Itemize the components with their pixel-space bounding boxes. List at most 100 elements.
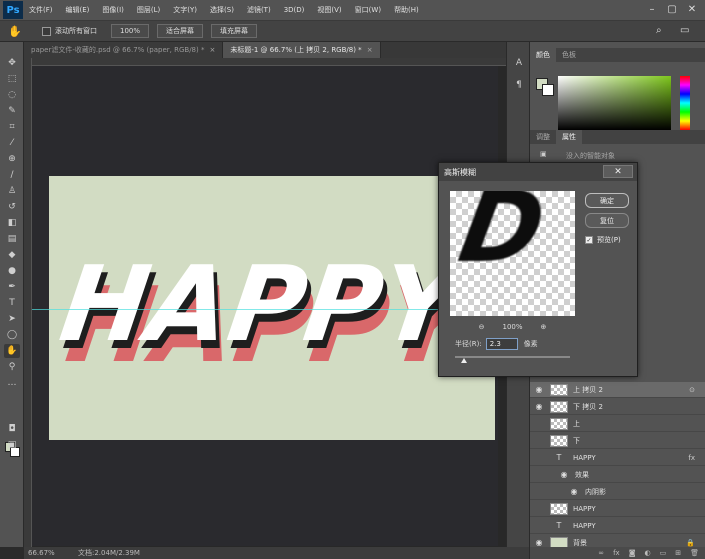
eye-icon[interactable]: ◉ xyxy=(533,521,545,530)
adjustment-icon[interactable]: ◐ xyxy=(645,549,651,557)
paragraph-panel-icon[interactable]: ¶ xyxy=(512,78,526,92)
group-icon[interactable]: ▭ xyxy=(660,549,667,557)
color-panel-background-swatch[interactable] xyxy=(542,84,554,96)
hand-tool-icon[interactable]: ✋ xyxy=(4,344,20,358)
stamp-tool-icon[interactable]: ♙ xyxy=(4,184,20,198)
minimize-icon[interactable]: – xyxy=(645,2,659,16)
ok-button[interactable]: 确定 xyxy=(585,193,629,208)
more-tools-icon[interactable]: … xyxy=(4,376,20,390)
gradient-tool-icon[interactable]: ▤ xyxy=(4,232,20,246)
layer-row[interactable]: ◉ 上 xyxy=(530,416,705,432)
pen-tool-icon[interactable]: ✒ xyxy=(4,280,20,294)
marquee-tool-icon[interactable]: ⬚ xyxy=(4,72,20,86)
eye-icon[interactable]: ◉ xyxy=(558,470,570,479)
healing-tool-icon[interactable]: ⊕ xyxy=(4,152,20,166)
brush-tool-icon[interactable]: ∕ xyxy=(4,168,20,182)
delete-layer-icon[interactable]: 🗑 xyxy=(690,549,699,557)
eye-icon[interactable]: ◉ xyxy=(533,385,545,394)
close-icon[interactable]: ✕ xyxy=(685,2,699,16)
add-style-icon[interactable]: fx xyxy=(613,549,620,557)
layer-effect-row[interactable]: ◉ 内阴影 xyxy=(530,484,705,500)
zoom-level[interactable]: 66.67% xyxy=(28,549,78,557)
hand-tool-icon[interactable]: ✋ xyxy=(8,23,24,39)
eye-icon[interactable]: ◉ xyxy=(533,453,545,462)
eye-icon[interactable]: ◉ xyxy=(533,538,545,547)
preview-zoom: 100% xyxy=(502,323,523,331)
workspace-icon[interactable]: ▭ xyxy=(680,25,689,36)
menu-select[interactable]: 选择(S) xyxy=(210,5,234,15)
tab-label: paper滤文件-收藏的.psd @ 66.7% (paper, RGB/8) … xyxy=(31,46,205,54)
zoom-100-button[interactable]: 100% xyxy=(111,24,150,38)
tab-adjustments[interactable]: 调整 xyxy=(530,130,556,144)
zoom-tool-icon[interactable]: ⚲ xyxy=(4,360,20,374)
link-layers-icon[interactable]: ∞ xyxy=(598,549,604,557)
history-brush-icon[interactable]: ↺ xyxy=(4,200,20,214)
radius-slider-track[interactable] xyxy=(455,356,570,358)
menu-filter[interactable]: 滤镜(T) xyxy=(247,5,271,15)
tab-document-1[interactable]: paper滤文件-收藏的.psd @ 66.7% (paper, RGB/8) … xyxy=(24,42,224,58)
artboard[interactable]: HAPPY HAPPY HAPPY xyxy=(49,176,495,440)
fit-screen-button[interactable]: 适合屏幕 xyxy=(157,24,204,38)
path-select-tool-icon[interactable]: ➤ xyxy=(4,312,20,326)
menu-3d[interactable]: 3D(D) xyxy=(284,6,305,14)
dialog-title-bar[interactable]: 高斯模糊 ✕ xyxy=(439,163,637,181)
eraser-tool-icon[interactable]: ◧ xyxy=(4,216,20,230)
tab-color[interactable]: 颜色 xyxy=(530,48,556,62)
layer-row[interactable]: ◉ T HAPPY fx xyxy=(530,450,705,466)
eye-icon[interactable]: ◉ xyxy=(533,436,545,445)
close-tab-icon[interactable]: × xyxy=(209,46,215,54)
preview-checkbox[interactable]: ✓ xyxy=(585,236,593,244)
fx-icon[interactable]: fx xyxy=(688,454,695,462)
eye-icon[interactable]: ◉ xyxy=(533,504,545,513)
search-icon[interactable]: ⌕ xyxy=(656,25,662,36)
eye-icon[interactable]: ◉ xyxy=(568,487,580,496)
menu-help[interactable]: 帮助(H) xyxy=(394,5,419,15)
layer-row[interactable]: ◉ T HAPPY xyxy=(530,518,705,534)
menu-window[interactable]: 窗口(W) xyxy=(355,5,381,15)
layer-row[interactable]: ◉ HAPPY xyxy=(530,501,705,517)
move-tool-icon[interactable]: ✥ xyxy=(4,56,20,70)
lasso-tool-icon[interactable]: ◌ xyxy=(4,88,20,102)
scroll-all-checkbox[interactable] xyxy=(42,26,51,36)
menu-view[interactable]: 视图(V) xyxy=(317,5,341,15)
color-spectrum[interactable] xyxy=(558,76,671,130)
tab-document-2[interactable]: 未标题-1 @ 66.7% (上 拷贝 2, RGB/8) * × xyxy=(223,42,381,58)
shape-tool-icon[interactable]: ◯ xyxy=(4,328,20,342)
menu-type[interactable]: 文字(Y) xyxy=(173,5,197,15)
quick-select-tool-icon[interactable]: ✎ xyxy=(4,104,20,118)
crop-tool-icon[interactable]: ⌗ xyxy=(4,120,20,134)
add-mask-icon[interactable]: ◙ xyxy=(629,549,636,557)
layer-thumbnail xyxy=(550,383,568,396)
blur-preview[interactable]: D xyxy=(450,191,575,316)
dodge-tool-icon[interactable]: ● xyxy=(4,264,20,278)
layer-row[interactable]: ◉ 下 xyxy=(530,433,705,449)
layer-effect-row[interactable]: ◉ 效果 xyxy=(530,467,705,483)
type-tool-icon[interactable]: T xyxy=(4,296,20,310)
layer-row[interactable]: ◉ 上 拷贝 2 ⊙ xyxy=(530,382,705,398)
menu-layer[interactable]: 图层(L) xyxy=(137,5,160,15)
character-panel-icon[interactable]: A xyxy=(512,56,526,70)
hue-slider[interactable] xyxy=(680,76,690,130)
blur-tool-icon[interactable]: ◆ xyxy=(4,248,20,262)
eye-icon[interactable]: ◉ xyxy=(533,402,545,411)
fill-screen-button[interactable]: 填充屏幕 xyxy=(211,24,258,38)
tab-properties[interactable]: 属性 xyxy=(556,130,582,144)
eyedropper-tool-icon[interactable]: ⁄ xyxy=(4,136,20,150)
close-tab-icon[interactable]: × xyxy=(367,46,373,54)
layer-row[interactable]: ◉ 下 拷贝 2 xyxy=(530,399,705,415)
zoom-in-icon[interactable]: ⊕ xyxy=(541,323,547,331)
new-layer-icon[interactable]: ⊞ xyxy=(675,549,681,557)
tab-swatches[interactable]: 色板 xyxy=(556,48,582,62)
zoom-out-icon[interactable]: ⊖ xyxy=(479,323,485,331)
menu-edit[interactable]: 编辑(E) xyxy=(66,5,90,15)
screen-mode-icon[interactable]: ▣ xyxy=(4,438,20,452)
quick-mask-icon[interactable]: ◘ xyxy=(4,422,20,436)
eye-icon[interactable]: ◉ xyxy=(533,419,545,428)
dialog-close-button[interactable]: ✕ xyxy=(603,165,633,178)
radius-input[interactable]: 2.3 xyxy=(485,337,518,350)
radius-slider-thumb[interactable] xyxy=(461,358,468,363)
reset-button[interactable]: 复位 xyxy=(585,213,629,228)
maximize-icon[interactable]: ▢ xyxy=(665,2,679,16)
menu-image[interactable]: 图像(I) xyxy=(102,5,124,15)
menu-file[interactable]: 文件(F) xyxy=(29,5,53,15)
